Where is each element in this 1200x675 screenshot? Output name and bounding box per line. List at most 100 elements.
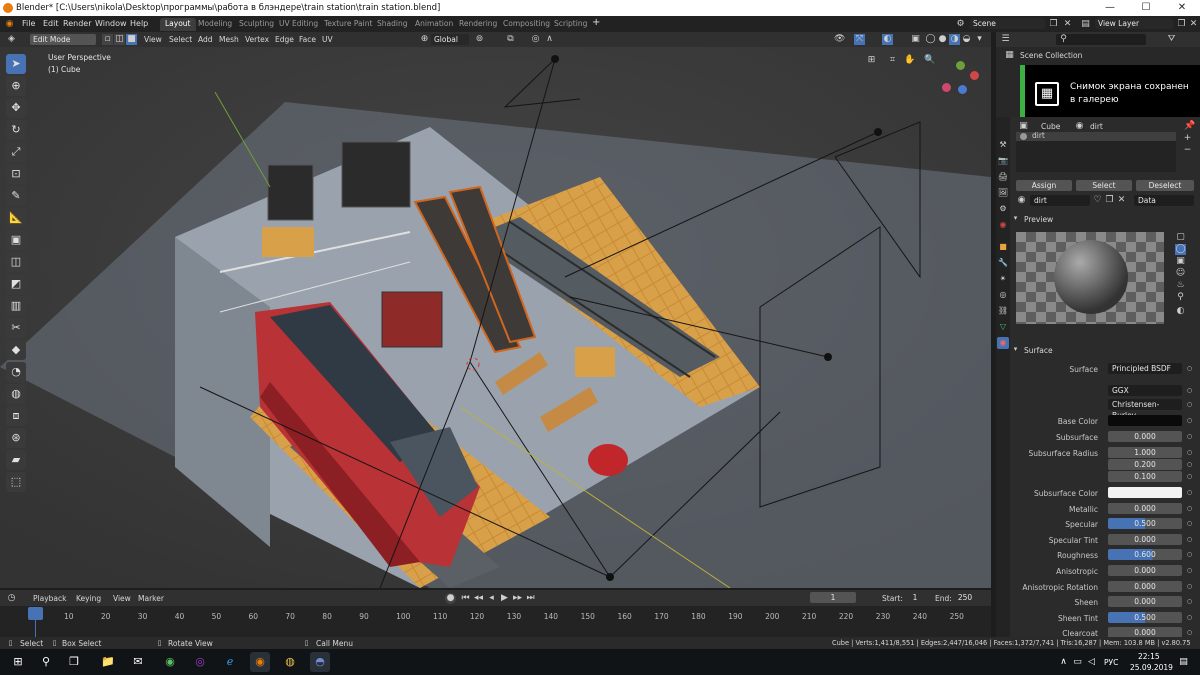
menu-window[interactable]: Window xyxy=(95,19,127,28)
tab-texture-paint[interactable]: Texture Paint xyxy=(319,18,377,31)
gizmo-neg-x-axis[interactable] xyxy=(942,83,951,92)
gizmo-z-axis[interactable] xyxy=(958,85,967,94)
shear-tool-icon[interactable]: ▰ xyxy=(6,450,26,470)
fake-user-icon[interactable]: ♡ xyxy=(1092,195,1103,206)
jump-start-icon[interactable]: ⏮ xyxy=(460,593,471,604)
preview-flat-icon[interactable]: ▢ xyxy=(1175,232,1186,243)
outliner-editor-icon[interactable]: ☰ xyxy=(1000,34,1011,45)
face-select-icon[interactable]: ■ xyxy=(126,34,137,45)
record-icon[interactable]: ● xyxy=(445,593,456,604)
menu-playback[interactable]: Playback xyxy=(33,594,66,603)
tor-icon[interactable]: ◎ xyxy=(190,652,210,672)
socket-link-icon[interactable]: ○ xyxy=(1184,447,1195,458)
spin-tool-icon[interactable]: ◔ xyxy=(6,362,26,382)
socket-link-icon[interactable]: ○ xyxy=(1184,431,1195,442)
constraints-tab-icon[interactable]: ⛓ xyxy=(997,305,1009,317)
menu-view[interactable]: View xyxy=(144,35,162,44)
file-explorer-icon[interactable]: 📁 xyxy=(98,652,118,672)
tab-layout[interactable]: Layout xyxy=(160,18,196,31)
scene-tab-icon[interactable]: ⚙ xyxy=(997,203,1009,215)
edge-slide-tool-icon[interactable]: ⧈ xyxy=(6,406,26,426)
material-slot-row[interactable]: dirt xyxy=(1016,131,1176,141)
vertex-select-icon[interactable]: ▫ xyxy=(102,34,113,45)
physics-tab-icon[interactable]: ◎ xyxy=(997,289,1009,301)
preview-panel-label[interactable]: Preview xyxy=(1024,215,1053,224)
tool-tab-icon[interactable]: ⚒ xyxy=(997,139,1009,151)
unlink-material-icon[interactable]: ✕ xyxy=(1116,195,1127,206)
surface-collapse-icon[interactable]: ▾ xyxy=(1010,344,1021,355)
orientation-selector[interactable]: Global xyxy=(431,34,469,45)
close-button[interactable]: ✕ xyxy=(1164,0,1200,16)
shading-options-icon[interactable]: ▾ xyxy=(974,34,985,45)
scene-selector[interactable]: Scene xyxy=(970,18,1045,29)
falloff-icon[interactable]: ∧ xyxy=(544,34,555,45)
tab-animation[interactable]: Animation xyxy=(410,18,458,31)
current-frame-field[interactable]: 1 xyxy=(810,592,856,603)
pivot-icon[interactable]: ⊚ xyxy=(474,34,485,45)
timeline-editor-icon[interactable]: ◷ xyxy=(6,593,17,604)
surface-dropdown[interactable]: Christensen-Burley xyxy=(1108,399,1182,420)
start-frame-field[interactable]: 1 xyxy=(905,592,925,603)
tray-arrow-icon[interactable]: ∧ xyxy=(1058,657,1069,668)
snap-icon[interactable]: ⧉ xyxy=(505,34,516,45)
copy-scene-icon[interactable]: ❐ xyxy=(1048,19,1059,30)
next-key-icon[interactable]: ▸▸ xyxy=(512,593,523,604)
socket-link-icon[interactable]: ○ xyxy=(1184,471,1195,482)
navigation-gizmo[interactable] xyxy=(938,61,988,111)
poly-build-tool-icon[interactable]: ◆ xyxy=(6,340,26,360)
remove-slot-icon[interactable]: − xyxy=(1182,145,1193,156)
visibility-icon[interactable]: 👁 xyxy=(834,34,845,45)
base-color-swatch[interactable] xyxy=(1108,415,1182,426)
utorrent-icon[interactable]: ◉ xyxy=(160,652,180,672)
data-tab-icon[interactable]: ▽ xyxy=(997,321,1009,333)
view-layer-tab-icon[interactable]: 🖼 xyxy=(997,187,1009,199)
surface-slider[interactable]: 0.600 xyxy=(1108,549,1182,560)
material-slot-list[interactable]: dirt xyxy=(1016,131,1176,172)
menu-keying[interactable]: Keying xyxy=(76,594,101,603)
menu-edit[interactable]: Edit xyxy=(43,19,59,28)
blender-menu-icon[interactable]: ◉ xyxy=(4,19,15,30)
discord-icon[interactable]: ◓ xyxy=(310,652,330,672)
socket-link-icon[interactable]: ○ xyxy=(1184,534,1195,545)
tab-shading[interactable]: Shading xyxy=(372,18,412,31)
filter-icon[interactable]: ⛛ xyxy=(1166,34,1177,45)
shading-wireframe-icon[interactable]: ◯ xyxy=(925,34,936,45)
shading-material-icon[interactable]: ◑ xyxy=(949,34,960,45)
socket-link-icon[interactable]: ○ xyxy=(1184,385,1195,396)
menu-mesh[interactable]: Mesh xyxy=(219,35,239,44)
add-slot-icon[interactable]: + xyxy=(1182,133,1193,144)
socket-link-icon[interactable]: ○ xyxy=(1184,581,1195,592)
shading-solid-icon[interactable]: ● xyxy=(937,34,948,45)
outliner-search-input[interactable] xyxy=(1056,34,1146,45)
play-reverse-icon[interactable]: ◂ xyxy=(486,593,497,604)
annotate-tool-icon[interactable]: ✎ xyxy=(6,186,26,206)
menu-edge[interactable]: Edge xyxy=(275,35,294,44)
bevel-tool-icon[interactable]: ◩ xyxy=(6,274,26,294)
menu-add[interactable]: Add xyxy=(198,35,213,44)
socket-link-icon[interactable]: ○ xyxy=(1184,415,1195,426)
editor-type-icon[interactable]: ◈ xyxy=(6,34,17,45)
chrome-icon[interactable]: ◍ xyxy=(280,652,300,672)
menu-vertex[interactable]: Vertex xyxy=(245,35,269,44)
socket-link-icon[interactable]: ○ xyxy=(1184,487,1195,498)
link-selector[interactable]: Data xyxy=(1134,195,1194,206)
socket-link-icon[interactable]: ○ xyxy=(1184,612,1195,623)
input-language[interactable]: РУС xyxy=(1104,658,1118,667)
add-workspace-button[interactable]: + xyxy=(592,17,600,28)
clock-date[interactable]: 25.09.2019 xyxy=(1130,663,1173,672)
surface-number-field[interactable]: 0.200 xyxy=(1108,459,1182,470)
camera-view-icon[interactable]: ⊞ xyxy=(866,55,877,66)
perspective-toggle-icon[interactable]: ⌗ xyxy=(887,55,898,66)
assign-button[interactable]: Assign xyxy=(1016,180,1072,191)
mail-icon[interactable]: ✉ xyxy=(128,652,148,672)
gizmo-icon[interactable]: ⤧ xyxy=(854,34,865,45)
surface-number-field[interactable]: 0.000 xyxy=(1108,431,1182,442)
menu-select[interactable]: Select xyxy=(169,35,192,44)
tab-sculpting[interactable]: Sculpting xyxy=(234,18,279,31)
socket-link-icon[interactable]: ○ xyxy=(1184,596,1195,607)
socket-link-icon[interactable]: ○ xyxy=(1184,549,1195,560)
zoom-icon[interactable]: 🔍 xyxy=(924,55,935,66)
surface-number-field[interactable]: 1.000 xyxy=(1108,447,1182,458)
search-taskbar-icon[interactable]: ⚲ xyxy=(36,652,56,672)
network-icon[interactable]: ▭ xyxy=(1072,657,1083,668)
